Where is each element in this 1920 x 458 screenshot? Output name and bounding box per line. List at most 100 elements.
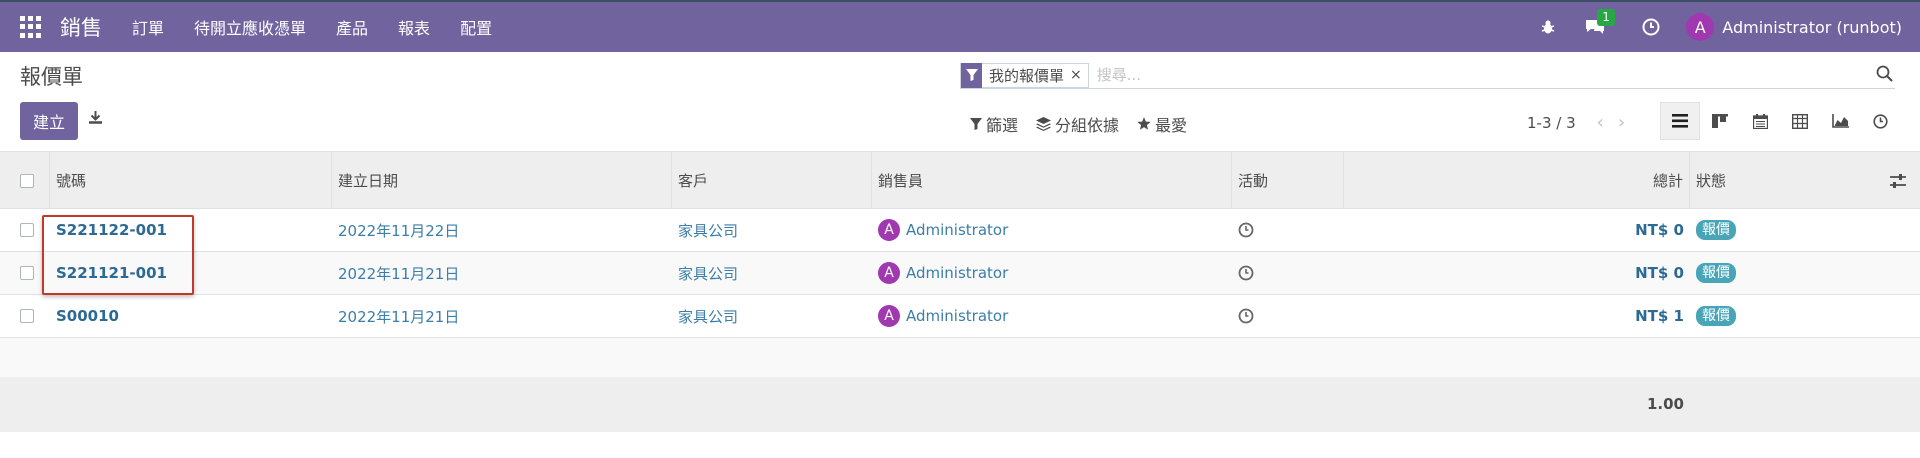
favorites-button[interactable]: 最愛 xyxy=(1137,112,1187,136)
row-salesperson: Administrator xyxy=(906,307,1009,325)
pager-prev-icon[interactable]: ‹ xyxy=(1597,112,1604,133)
row-select-cell xyxy=(0,209,50,252)
row-select-cell xyxy=(0,295,50,338)
star-icon xyxy=(1137,117,1151,130)
row-status-cell[interactable]: 報價 xyxy=(1690,209,1920,252)
search-facet: 我的報價單 × xyxy=(960,62,1089,88)
header-activities[interactable]: 活動 xyxy=(1232,152,1344,209)
row-customer[interactable]: 家具公司 xyxy=(672,209,872,252)
row-customer[interactable]: 家具公司 xyxy=(672,252,872,295)
row-salesperson-cell[interactable]: A Administrator xyxy=(872,295,1232,338)
search-bar: 我的報價單 × xyxy=(960,62,1895,89)
row-number[interactable]: S221121-001 xyxy=(50,252,332,295)
header-customer[interactable]: 客戶 xyxy=(672,152,872,209)
select-all-checkbox[interactable] xyxy=(20,173,34,188)
filter-funnel-icon xyxy=(961,62,982,88)
page-title: 報價單 xyxy=(20,65,83,89)
row-date[interactable]: 2022年11月21日 xyxy=(332,295,672,338)
facet-label: 我的報價單 xyxy=(989,66,1065,85)
table-row[interactable]: S221121-001 2022年11月21日 家具公司 A Administr… xyxy=(0,252,1920,295)
pager-value[interactable]: 1-3 / 3 xyxy=(1527,114,1576,132)
menu-orders[interactable]: 訂單 xyxy=(132,15,164,39)
pager: 1-3 / 3 ‹ › xyxy=(1527,112,1632,133)
group-by-button[interactable]: 分組依據 xyxy=(1036,112,1119,136)
row-status-cell[interactable]: 報價 xyxy=(1690,252,1920,295)
footer-total: 1.00 xyxy=(1646,395,1684,413)
row-salesperson: Administrator xyxy=(906,221,1009,239)
menu-configuration[interactable]: 配置 xyxy=(460,15,492,39)
menu-reporting[interactable]: 報表 xyxy=(398,15,430,39)
list-view-icon[interactable] xyxy=(1660,102,1700,140)
status-badge: 報價 xyxy=(1696,306,1736,326)
quotations-table: 號碼 建立日期 客戶 銷售員 活動 總計 狀態 S221122-001 2022… xyxy=(0,152,1920,432)
top-navbar: 銷售 訂單 待開立應收憑單 產品 報表 配置 1 A Administrator… xyxy=(0,0,1920,52)
calendar-view-icon[interactable] xyxy=(1740,102,1780,140)
activity-clock-icon[interactable] xyxy=(1232,209,1344,252)
row-total[interactable]: NT$ 0 xyxy=(1344,252,1690,295)
salesperson-avatar: A xyxy=(878,262,900,284)
group-by-label: 分組依據 xyxy=(1055,116,1120,135)
row-total[interactable]: NT$ 1 xyxy=(1344,295,1690,338)
user-name[interactable]: Administrator (runbot) xyxy=(1722,18,1902,37)
pivot-view-icon[interactable] xyxy=(1780,102,1820,140)
row-salesperson: Administrator xyxy=(906,264,1009,282)
menu-products[interactable]: 產品 xyxy=(336,15,368,39)
empty-row xyxy=(0,338,1920,378)
view-switcher xyxy=(1660,102,1900,140)
filter-icon xyxy=(970,118,982,130)
filters-button[interactable]: 篩選 xyxy=(970,112,1018,136)
optional-columns-icon[interactable] xyxy=(1890,152,1920,209)
debug-bug-icon[interactable] xyxy=(1540,19,1556,35)
row-customer[interactable]: 家具公司 xyxy=(672,295,872,338)
row-salesperson-cell[interactable]: A Administrator xyxy=(872,252,1232,295)
facet-remove-icon[interactable]: × xyxy=(1070,67,1088,83)
row-date[interactable]: 2022年11月21日 xyxy=(332,252,672,295)
chat-count-badge: 1 xyxy=(1597,9,1615,26)
row-select-cell xyxy=(0,252,50,295)
favorites-label: 最愛 xyxy=(1155,116,1188,135)
table-row[interactable]: S00010 2022年11月21日 家具公司 A Administrator … xyxy=(0,295,1920,338)
activity-clock-icon[interactable] xyxy=(1642,18,1660,36)
filters-label: 篩選 xyxy=(986,116,1019,135)
menu-to-invoice[interactable]: 待開立應收憑單 xyxy=(194,15,306,39)
header-number[interactable]: 號碼 xyxy=(50,152,332,209)
download-icon[interactable] xyxy=(88,110,103,129)
pager-next-icon[interactable]: › xyxy=(1618,112,1625,133)
header-status[interactable]: 狀態 xyxy=(1690,152,1890,209)
search-input[interactable] xyxy=(1096,63,1797,87)
row-status-cell[interactable]: 報價 xyxy=(1690,295,1920,338)
status-badge: 報價 xyxy=(1696,220,1736,240)
row-checkbox[interactable] xyxy=(20,309,34,323)
row-number[interactable]: S221122-001 xyxy=(50,209,332,252)
user-avatar[interactable]: A xyxy=(1686,13,1715,41)
header-select-cell xyxy=(0,152,50,209)
status-badge: 報價 xyxy=(1696,263,1736,283)
row-number[interactable]: S00010 xyxy=(50,295,332,338)
row-date[interactable]: 2022年11月22日 xyxy=(332,209,672,252)
header-salesperson[interactable]: 銷售員 xyxy=(872,152,1232,209)
header-date[interactable]: 建立日期 xyxy=(332,152,672,209)
activity-clock-icon[interactable] xyxy=(1232,252,1344,295)
filter-bar: 篩選 分組依據 最愛 xyxy=(970,112,1205,136)
activity-clock-icon[interactable] xyxy=(1232,295,1344,338)
chat-icon[interactable]: 1 xyxy=(1584,9,1615,36)
control-panel: 報價單 我的報價單 × 建立 篩選 分組依據 最愛 1- xyxy=(0,52,1920,152)
table-footer: 1.00 xyxy=(0,378,1920,432)
kanban-view-icon[interactable] xyxy=(1700,102,1740,140)
row-salesperson-cell[interactable]: A Administrator xyxy=(872,209,1232,252)
activity-view-icon[interactable] xyxy=(1860,102,1900,140)
row-checkbox[interactable] xyxy=(20,266,34,280)
row-checkbox[interactable] xyxy=(20,223,34,237)
app-name[interactable]: 銷售 xyxy=(60,12,102,42)
row-total[interactable]: NT$ 0 xyxy=(1344,209,1690,252)
salesperson-avatar: A xyxy=(878,305,900,327)
search-icon[interactable] xyxy=(1876,65,1893,86)
create-button[interactable]: 建立 xyxy=(20,102,78,140)
table-header: 號碼 建立日期 客戶 銷售員 活動 總計 狀態 xyxy=(0,152,1920,209)
salesperson-avatar: A xyxy=(878,219,900,241)
layers-icon xyxy=(1036,117,1052,131)
graph-view-icon[interactable] xyxy=(1820,102,1860,140)
apps-menu-icon[interactable] xyxy=(20,16,42,38)
header-total[interactable]: 總計 xyxy=(1344,152,1690,209)
table-row[interactable]: S221122-001 2022年11月22日 家具公司 A Administr… xyxy=(0,209,1920,252)
